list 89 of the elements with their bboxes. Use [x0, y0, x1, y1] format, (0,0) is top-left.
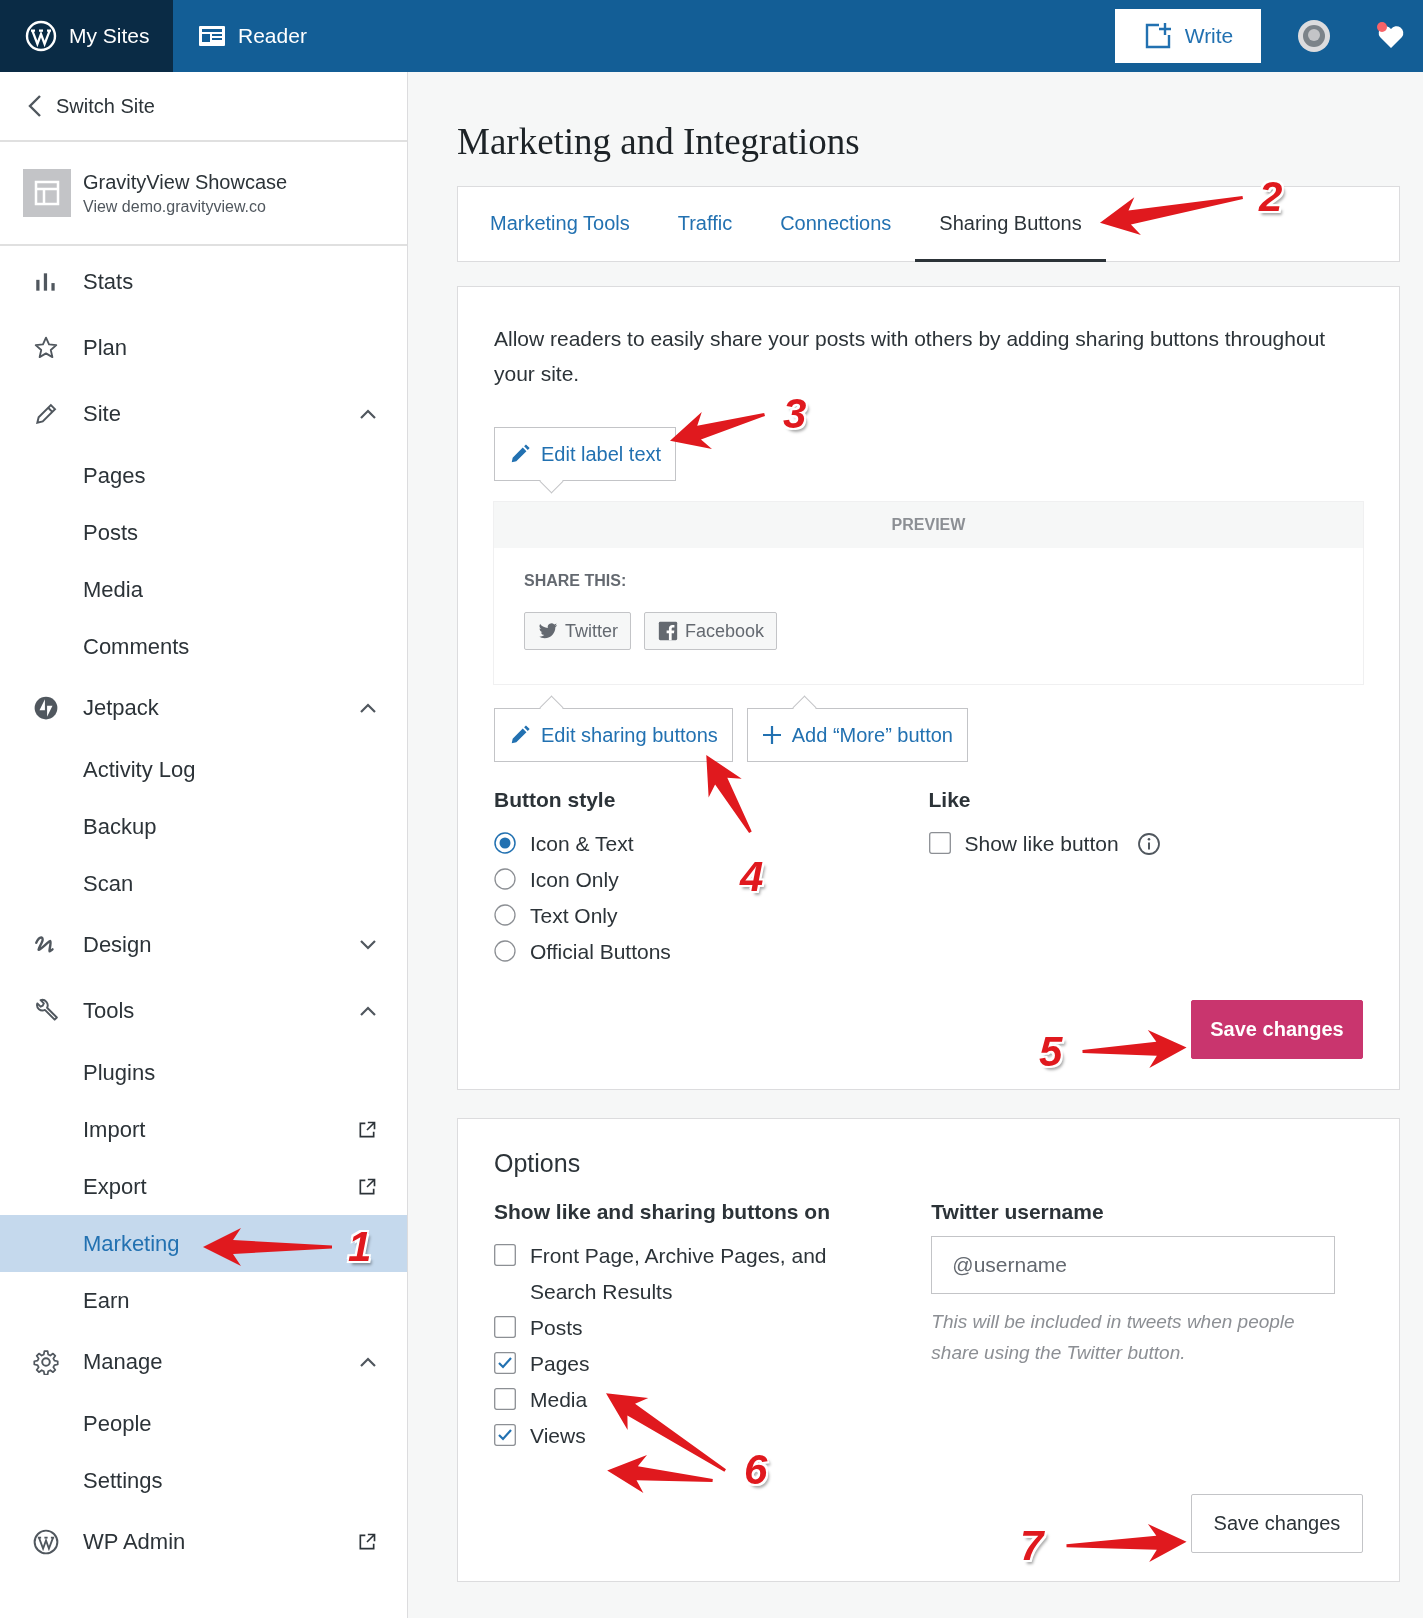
avatar-icon [1297, 19, 1331, 53]
sidebar-item[interactable]: Settings [0, 1452, 407, 1509]
site-name[interactable]: GravityView Showcase [83, 170, 288, 194]
my-sites-tab[interactable]: My Sites [0, 0, 173, 72]
annotation-number: 6 [744, 1449, 768, 1491]
gear-icon [33, 1349, 59, 1375]
option-label[interactable]: Posts [530, 1310, 583, 1346]
sidebar-item[interactable]: Design [0, 912, 407, 978]
wordpress-icon [33, 1529, 59, 1555]
page-title: Marketing and Integrations [457, 120, 861, 164]
sidebar-item[interactable]: People [0, 1395, 407, 1452]
tab[interactable]: Connections [756, 187, 916, 262]
option-label[interactable]: Icon & Text [530, 826, 634, 862]
tab[interactable]: Marketing Tools [466, 187, 654, 262]
share-button[interactable]: Facebook [644, 612, 778, 650]
sidebar-item[interactable]: Activity Log [0, 741, 407, 798]
section-heading: Twitter username [931, 1200, 1105, 1224]
option-label[interactable]: Front Page, Archive Pages, and Search Results [530, 1238, 849, 1310]
sidebar-item[interactable]: Stats [0, 249, 407, 315]
section-title: Options [494, 1149, 582, 1178]
pencil-icon [33, 401, 59, 427]
sidebar-item[interactable]: Tools [0, 978, 407, 1044]
jetpack-icon [33, 695, 59, 721]
section-heading: Button style [494, 788, 617, 812]
radio-selected[interactable] [494, 832, 516, 854]
option-label[interactable]: Pages [530, 1346, 590, 1382]
plus-icon [761, 725, 782, 745]
site-icon [23, 169, 71, 217]
sidebar-item[interactable]: Plan [0, 315, 407, 381]
sidebar-item[interactable]: Posts [0, 504, 407, 561]
site-url[interactable]: View demo.gravityview.co [83, 197, 288, 216]
reader-icon [198, 24, 226, 48]
annotation-number: 2 [1259, 176, 1283, 218]
sidebar-item[interactable]: Pages [0, 447, 407, 504]
pencil-icon [509, 724, 531, 746]
section-heading: Show like and sharing buttons on [494, 1200, 831, 1224]
save-changes-button[interactable]: Save changes [1191, 1000, 1363, 1059]
sidebar-item[interactable]: Scan [0, 855, 407, 912]
checkbox-unchecked[interactable] [494, 1316, 516, 1338]
info-icon [1136, 832, 1161, 856]
wrench-icon [33, 998, 59, 1024]
write-button[interactable]: Write [1115, 9, 1261, 63]
sidebar-item[interactable]: WP Admin [0, 1509, 407, 1575]
option-label[interactable]: Text Only [530, 898, 618, 934]
checkbox-unchecked[interactable] [928, 832, 951, 854]
username-field[interactable]: @username [931, 1236, 1336, 1294]
sidebar-item[interactable]: Comments [0, 618, 407, 675]
checkbox-checked[interactable] [494, 1352, 516, 1374]
annotation-number: 3 [783, 393, 807, 435]
sidebar-item[interactable]: Earn [0, 1272, 407, 1329]
sidebar-item[interactable]: Site [0, 381, 407, 447]
annotation-number: 7 [1020, 1525, 1044, 1567]
pencil-icon [509, 443, 531, 465]
sidebar-item[interactable]: Export [0, 1158, 407, 1215]
checkbox-unchecked[interactable] [494, 1388, 516, 1410]
star-icon [33, 335, 59, 361]
help-text: This will be included in tweets when people share using the Twitter button. [931, 1310, 1296, 1365]
annotation-number: 5 [1039, 1031, 1063, 1073]
share-this-label: SHARE THIS: [524, 572, 628, 590]
sidebar-item[interactable]: Media [0, 561, 407, 618]
radio-unselected[interactable] [494, 904, 516, 926]
back-icon [28, 94, 42, 118]
option-label[interactable]: Official Buttons [530, 934, 671, 970]
tab[interactable]: Sharing Buttons [915, 187, 1106, 262]
wordpress-icon [25, 20, 57, 52]
preview-header: PREVIEW [494, 502, 1363, 548]
radio-unselected[interactable] [494, 940, 516, 962]
sidebar-item[interactable]: Plugins [0, 1044, 407, 1101]
facebook-icon [657, 620, 679, 642]
sidebar-item[interactable]: Backup [0, 798, 407, 855]
annotation-number: 1 [348, 1226, 372, 1268]
option-label[interactable]: Show like button [964, 826, 1119, 862]
description-text: Allow readers to easily share your posts with others by adding sharing buttons throughout your site. [494, 326, 1327, 387]
radio-unselected[interactable] [494, 868, 516, 890]
option-label[interactable]: Views [530, 1418, 586, 1454]
section-heading: Like [928, 788, 972, 812]
save-changes-button[interactable]: Save changes [1191, 1494, 1363, 1553]
sidebar-item[interactable]: Import [0, 1101, 407, 1158]
switch-site-link[interactable]: Switch Site [0, 72, 407, 142]
checkbox-checked[interactable] [494, 1424, 516, 1446]
sidebar-item[interactable]: Jetpack [0, 675, 407, 741]
tab[interactable]: Traffic [653, 187, 757, 262]
annotation-number: 4 [740, 856, 764, 898]
reader-tab[interactable]: Reader [173, 0, 329, 72]
share-button[interactable]: Twitter [524, 612, 631, 650]
option-label[interactable]: Media [530, 1382, 588, 1418]
sidebar-item[interactable]: Manage [0, 1329, 407, 1395]
checkbox-unchecked[interactable] [494, 1244, 516, 1266]
option-label[interactable]: Icon Only [530, 862, 619, 898]
